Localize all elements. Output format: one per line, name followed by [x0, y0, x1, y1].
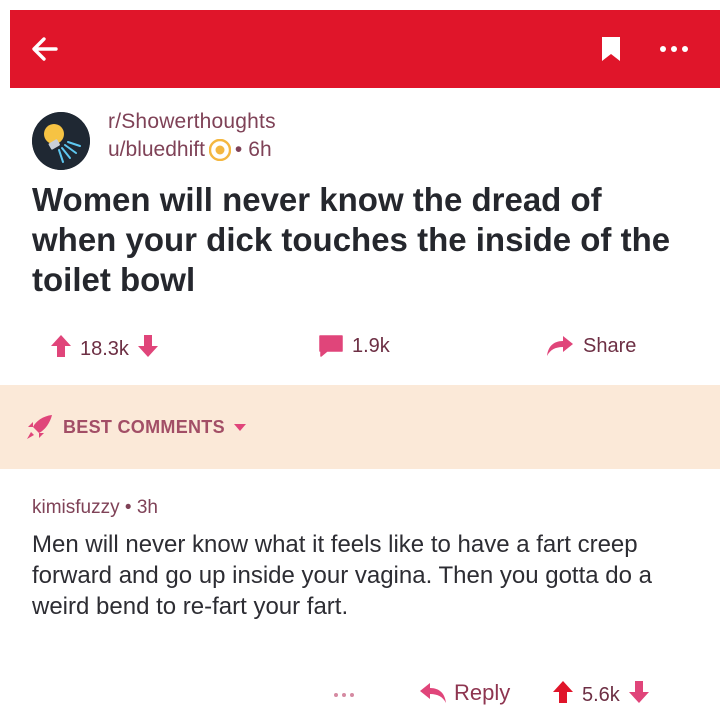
downvote-arrow-icon — [137, 335, 158, 357]
reply-button[interactable]: Reply — [418, 680, 510, 706]
post-vote-group: 18.3k — [50, 334, 159, 364]
share-arrow-icon — [547, 336, 573, 356]
post-meta: u/bluedhift • 6h — [108, 138, 272, 162]
top-toolbar — [10, 10, 720, 88]
subreddit-avatar[interactable] — [32, 112, 90, 170]
rocket-icon — [27, 415, 52, 439]
post-title: Women will never know the dread of when … — [32, 181, 671, 298]
author-flair-icon — [208, 139, 231, 161]
meta-separator: • — [234, 138, 243, 161]
reply-arrow-icon — [420, 683, 446, 703]
share-label: Share — [583, 334, 637, 357]
comment-upvote-count: 5.6k — [582, 683, 620, 706]
back-button[interactable] — [24, 28, 66, 70]
comment-actions: Reply 5.6k — [0, 680, 720, 712]
post-upvote-count: 18.3k — [80, 337, 129, 360]
subreddit-name[interactable]: r/Showerthoughts — [108, 110, 276, 134]
comments-sort-dropdown[interactable]: BEST COMMENTS — [25, 413, 247, 441]
comment-meta: kimisfuzzy • 3h — [32, 497, 158, 519]
arrow-left-icon — [32, 37, 58, 61]
comment-body: Men will never know what it feels like t… — [32, 531, 652, 620]
downvote-arrow-icon — [628, 681, 649, 703]
chevron-down-icon — [233, 424, 246, 431]
comment-more-button[interactable] — [324, 682, 364, 708]
comment-upvote-button[interactable] — [552, 680, 574, 710]
comment-vote-group: 5.6k — [552, 680, 650, 710]
post-author[interactable]: u/bluedhift — [108, 138, 205, 162]
bookmark-button[interactable] — [592, 30, 630, 68]
more-dots-icon — [660, 46, 688, 52]
upvote-arrow-icon — [553, 681, 573, 703]
post-header: r/Showerthoughts u/bluedhift • 6h — [32, 108, 632, 170]
post-comment-count: 1.9k — [352, 334, 390, 357]
comment-meta-separator: • — [124, 497, 132, 518]
share-button[interactable]: Share — [545, 334, 644, 358]
lightbulb-shower-icon — [32, 112, 90, 170]
comment-author[interactable]: kimisfuzzy — [32, 497, 120, 518]
upvote-button[interactable] — [50, 334, 72, 364]
post-age: 6h — [248, 138, 272, 161]
bookmark-icon — [602, 37, 620, 61]
comment-bubble-icon — [319, 335, 343, 357]
more-dots-icon — [334, 693, 354, 697]
comments-sort-label: BEST COMMENTS — [63, 416, 225, 437]
upvote-arrow-icon — [51, 335, 71, 357]
comment-age: 3h — [136, 497, 158, 518]
comment-downvote-button[interactable] — [628, 680, 650, 710]
post-actions: 18.3k 1.9k Share — [0, 330, 720, 370]
more-options-button[interactable] — [652, 30, 696, 68]
downvote-button[interactable] — [137, 334, 159, 364]
reply-label: Reply — [454, 680, 511, 705]
comments-button[interactable]: 1.9k — [318, 334, 398, 358]
comments-sort-bar: BEST COMMENTS — [0, 385, 720, 469]
